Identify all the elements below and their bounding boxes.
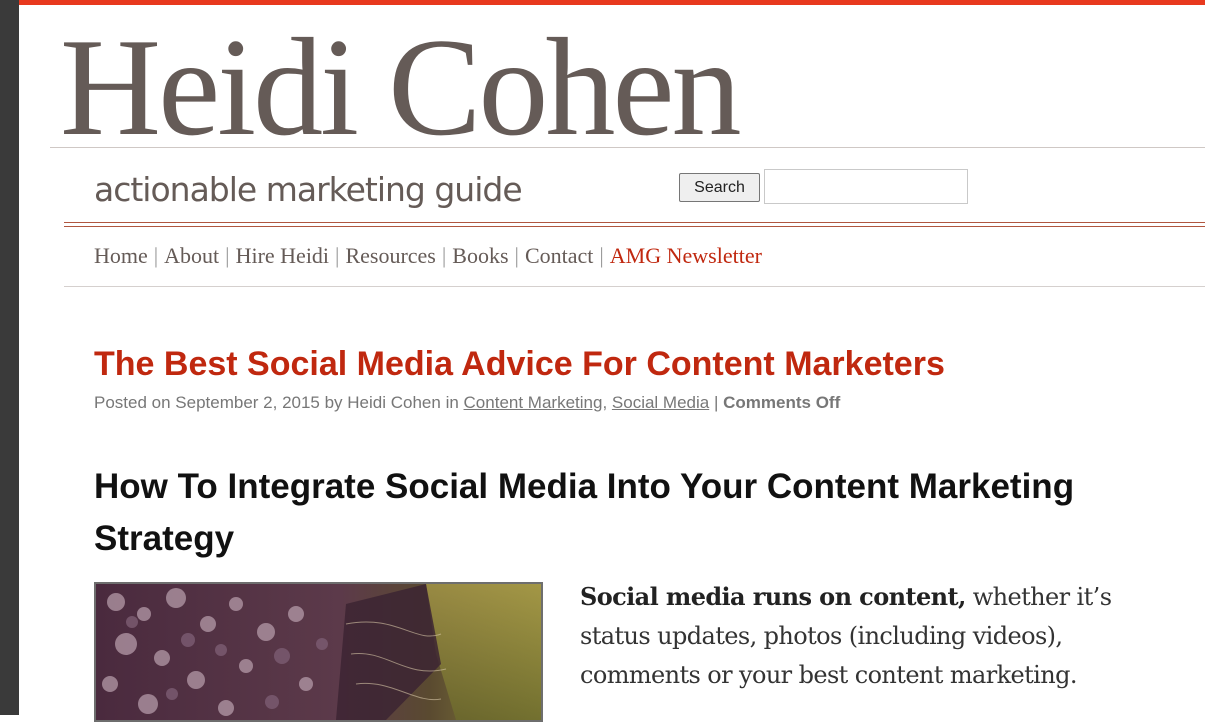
site-tagline: actionable marketing guide bbox=[94, 170, 523, 209]
site-logo[interactable]: Heidi Cohen bbox=[60, 18, 742, 158]
post-subheading: How To Integrate Social Media Into Your … bbox=[94, 467, 1075, 558]
nav-amg-newsletter[interactable]: AMG Newsletter bbox=[610, 243, 762, 268]
window-left-edge bbox=[0, 0, 19, 715]
header-double-rule-bottom bbox=[64, 226, 1205, 227]
post-meta-posted: Posted on September 2, 2015 by Heidi Coh… bbox=[94, 393, 459, 412]
nav-hire-heidi[interactable]: Hire Heidi bbox=[236, 243, 329, 268]
post-hero-image bbox=[94, 582, 543, 722]
post-title[interactable]: The Best Social Media Advice For Content… bbox=[94, 343, 945, 385]
main-nav: Home | About | Hire Heidi | Resources | Books | Co… bbox=[94, 241, 762, 271]
nav-resources[interactable]: Resources bbox=[345, 243, 435, 268]
nav-books[interactable]: Books bbox=[452, 243, 508, 268]
nav-separator: | bbox=[441, 243, 447, 268]
header-divider bbox=[50, 147, 1205, 148]
nav-separator: | bbox=[335, 243, 340, 268]
nav-separator: | bbox=[514, 243, 519, 268]
post-meta: Posted on September 2, 2015 by Heidi Coh… bbox=[94, 392, 840, 414]
category-link-content-marketing[interactable]: Content Marketing bbox=[464, 393, 603, 412]
nav-home[interactable]: Home bbox=[94, 243, 148, 268]
post-body-paragraph: Social media runs on content, whether it… bbox=[580, 577, 1180, 695]
body-bold-lead: Social media runs on content, bbox=[580, 582, 966, 611]
header-double-rule-top bbox=[64, 222, 1205, 223]
search-button[interactable]: Search bbox=[679, 173, 760, 202]
nav-separator: | bbox=[599, 243, 604, 268]
nav-divider bbox=[64, 286, 1205, 287]
comments-status: Comments Off bbox=[723, 393, 841, 412]
category-link-social-media[interactable]: Social Media bbox=[612, 393, 709, 412]
nav-separator: | bbox=[153, 243, 159, 268]
nav-about[interactable]: About bbox=[164, 243, 219, 268]
search-input[interactable] bbox=[764, 169, 968, 204]
puzzle-image bbox=[96, 584, 541, 720]
meta-comma: , bbox=[602, 393, 608, 412]
meta-pipe: | bbox=[713, 393, 719, 412]
top-accent-bar bbox=[19, 0, 1205, 5]
nav-separator: | bbox=[225, 243, 230, 268]
nav-contact[interactable]: Contact bbox=[525, 243, 593, 268]
